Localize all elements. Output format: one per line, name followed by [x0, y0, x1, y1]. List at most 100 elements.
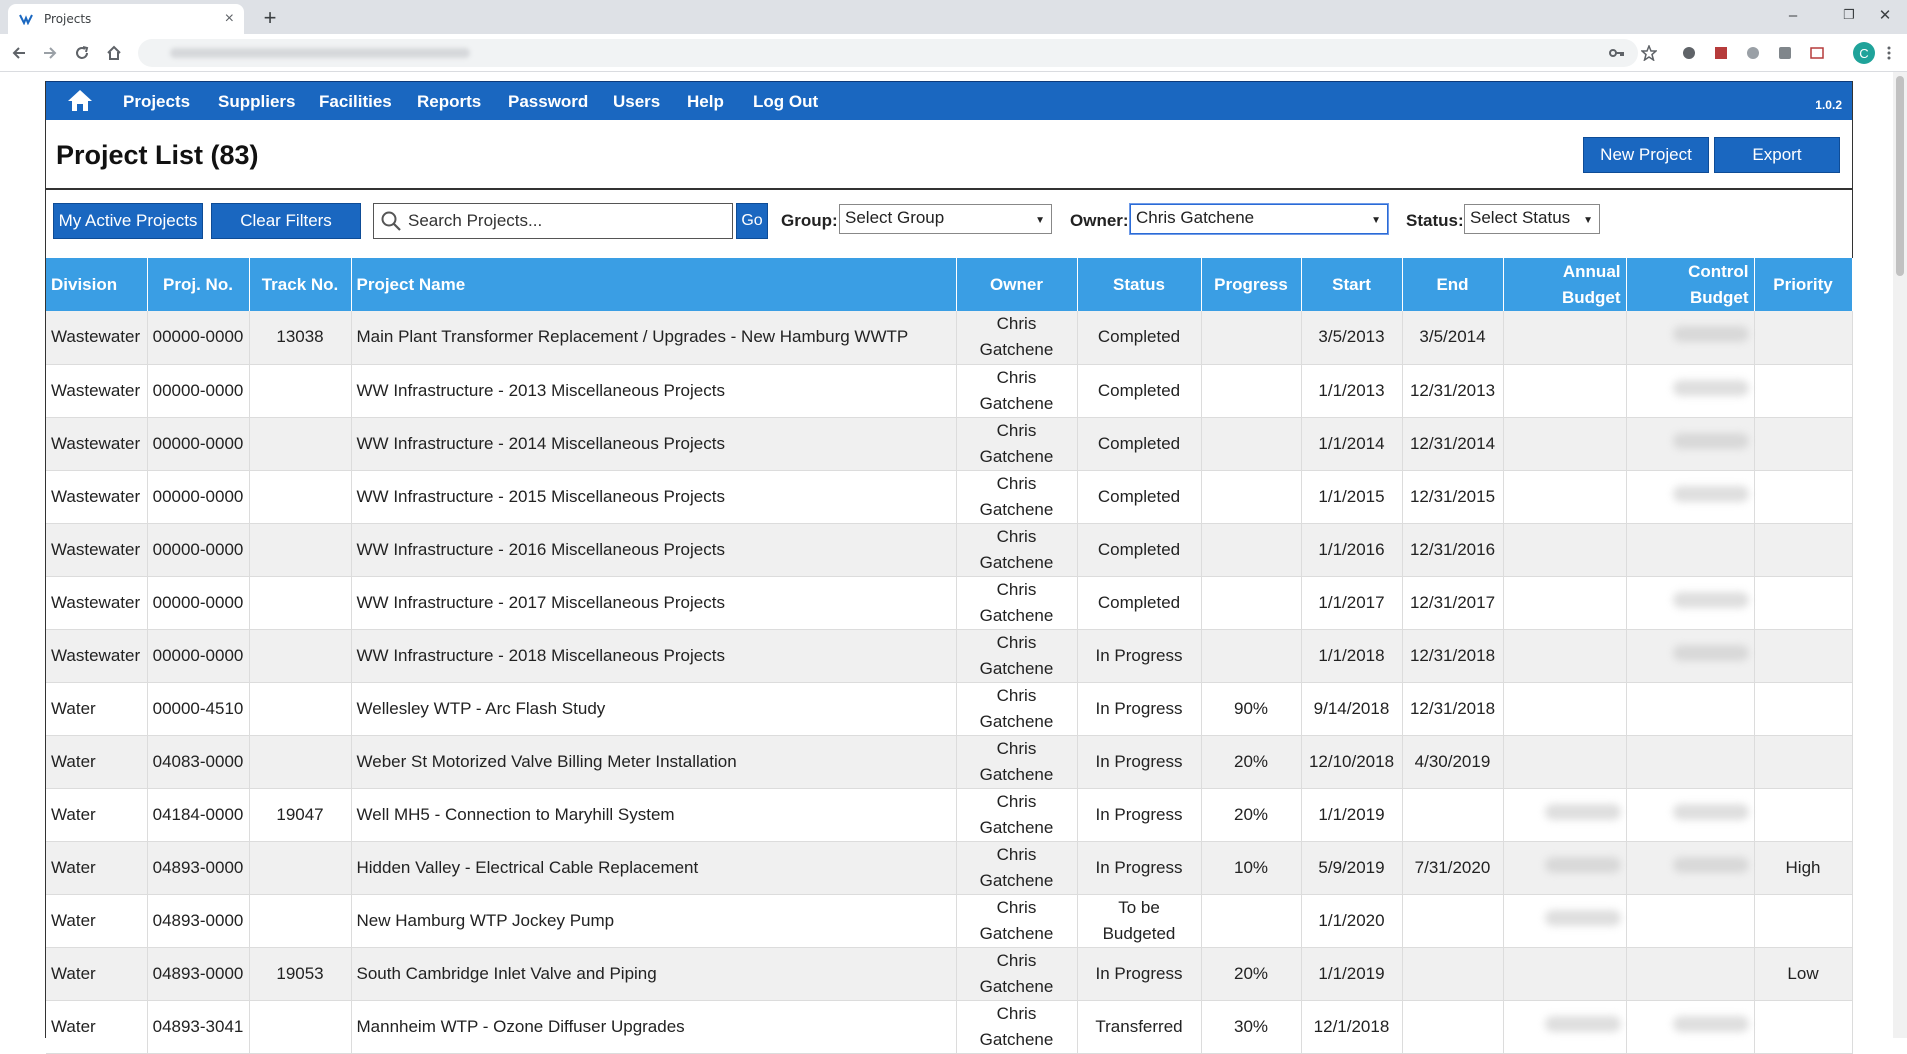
- cell-project-name[interactable]: Well MH5 - Connection to Maryhill System: [351, 788, 957, 842]
- tab-close-icon[interactable]: ×: [225, 10, 234, 28]
- cell-project-name[interactable]: Weber St Motorized Valve Billing Meter I…: [351, 735, 957, 789]
- clear-filters-button[interactable]: Clear Filters: [211, 203, 361, 239]
- home-browser-icon[interactable]: [101, 40, 127, 66]
- table-row[interactable]: Water 00000-4510 Wellesley WTP - Arc Flash…: [46, 682, 1853, 736]
- col-owner[interactable]: Owner: [956, 258, 1078, 311]
- cell-progress: 20%: [1201, 735, 1302, 789]
- owner-last: Gatchene: [979, 552, 1054, 572]
- cell-project-name[interactable]: WW Infrastructure - 2013 Miscellaneous P…: [351, 364, 957, 418]
- search-input[interactable]: [408, 208, 728, 234]
- col-progress[interactable]: Progress: [1201, 258, 1302, 311]
- extension-icon[interactable]: [1744, 44, 1762, 62]
- table-row[interactable]: Wastewater 00000-0000 WW Infrastructure - …: [46, 576, 1853, 630]
- cell-track-no: [249, 682, 352, 736]
- browser-tab-bar: Projects × + – ❐ ✕: [0, 0, 1907, 34]
- col-track-no[interactable]: Track No.: [249, 258, 352, 311]
- nav-reports[interactable]: Reports: [417, 92, 481, 112]
- cell-project-name[interactable]: Wellesley WTP - Arc Flash Study: [351, 682, 957, 736]
- table-row[interactable]: Wastewater 00000-0000 WW Infrastructure - …: [46, 470, 1853, 524]
- nav-suppliers[interactable]: Suppliers: [218, 92, 295, 112]
- dropdown-arrow-icon: ▼: [1583, 215, 1593, 226]
- nav-facilities[interactable]: Facilities: [319, 92, 392, 112]
- go-button[interactable]: Go: [736, 203, 768, 239]
- extension-icon[interactable]: [1776, 44, 1794, 62]
- col-status[interactable]: Status: [1077, 258, 1202, 311]
- cell-start: 1/1/2019: [1301, 788, 1403, 842]
- cell-project-name[interactable]: WW Infrastructure - 2016 Miscellaneous P…: [351, 523, 957, 577]
- bookmark-star-icon[interactable]: [1640, 44, 1658, 62]
- cell-project-name[interactable]: WW Infrastructure - 2014 Miscellaneous P…: [351, 417, 957, 471]
- page-header: Project List (83) New Project Export: [46, 120, 1852, 190]
- group-select[interactable]: Select Group ▼: [839, 204, 1052, 234]
- table-row[interactable]: Wastewater 00000-0000 13038 Main Plant Tran…: [46, 311, 1853, 365]
- export-button[interactable]: Export: [1714, 137, 1840, 173]
- col-priority[interactable]: Priority: [1754, 258, 1853, 311]
- table-row[interactable]: Water 04893-0000 19053 South Cambridge Inle…: [46, 947, 1853, 1001]
- cell-division: Water: [46, 894, 148, 948]
- nav-logout[interactable]: Log Out: [753, 92, 818, 112]
- table-row[interactable]: Water 04184-0000 19047 Well MH5 - Connectio…: [46, 788, 1853, 842]
- owner-last: Gatchene: [979, 764, 1054, 784]
- owner-select[interactable]: Chris Gatchene ▼: [1130, 204, 1388, 234]
- cell-project-name[interactable]: Hidden Valley - Electrical Cable Replace…: [351, 841, 957, 895]
- new-project-button[interactable]: New Project: [1583, 137, 1709, 173]
- cell-project-name[interactable]: Mannheim WTP - Ozone Diffuser Upgrades: [351, 1000, 957, 1054]
- cell-project-name[interactable]: WW Infrastructure - 2015 Miscellaneous P…: [351, 470, 957, 524]
- col-division[interactable]: Division: [46, 258, 148, 311]
- cell-project-name[interactable]: South Cambridge Inlet Valve and Piping: [351, 947, 957, 1001]
- table-row[interactable]: Water 04893-0000 Hidden Valley - Electrica…: [46, 841, 1853, 895]
- table-row[interactable]: Wastewater 00000-0000 WW Infrastructure - …: [46, 364, 1853, 418]
- nav-users[interactable]: Users: [613, 92, 660, 112]
- pdf-extension-icon[interactable]: [1712, 44, 1730, 62]
- cell-start: 1/1/2015: [1301, 470, 1403, 524]
- cell-division: Wastewater: [46, 364, 148, 418]
- col-start[interactable]: Start: [1301, 258, 1403, 311]
- back-icon[interactable]: [6, 40, 32, 66]
- col-end[interactable]: End: [1402, 258, 1504, 311]
- new-tab-icon[interactable]: +: [256, 4, 284, 32]
- table-row[interactable]: Wastewater 00000-0000 WW Infrastructure - …: [46, 523, 1853, 577]
- forward-icon[interactable]: [37, 40, 63, 66]
- extension-icon[interactable]: [1680, 44, 1698, 62]
- browser-tab[interactable]: Projects ×: [8, 4, 244, 34]
- dropdown-arrow-icon: ▼: [1035, 215, 1045, 226]
- table-row[interactable]: Wastewater 00000-0000 WW Infrastructure - …: [46, 417, 1853, 471]
- key-icon[interactable]: [1608, 44, 1626, 62]
- cast-icon[interactable]: [1808, 44, 1826, 62]
- col-annual-budget[interactable]: Annual Budget: [1503, 258, 1627, 311]
- table-row[interactable]: Water 04893-0000 New Hamburg WTP Jockey Pu…: [46, 894, 1853, 948]
- minimize-icon[interactable]: –: [1770, 0, 1816, 30]
- cell-status: In Progress: [1077, 841, 1202, 895]
- cell-start: 1/1/2013: [1301, 364, 1403, 418]
- col-project-name[interactable]: Project Name: [351, 258, 957, 311]
- cell-project-name[interactable]: WW Infrastructure - 2017 Miscellaneous P…: [351, 576, 957, 630]
- owner-last: Gatchene: [979, 711, 1054, 731]
- owner-first: Chris: [996, 1003, 1037, 1023]
- col-proj-no[interactable]: Proj. No.: [147, 258, 250, 311]
- table-row[interactable]: Water 04083-0000 Weber St Motorized Valve …: [46, 735, 1853, 789]
- cell-control-budget: [1626, 788, 1755, 842]
- page-title: Project List (83): [56, 140, 259, 170]
- nav-projects[interactable]: Projects: [123, 92, 190, 112]
- menu-dots-icon[interactable]: [1884, 44, 1894, 62]
- scrollbar-thumb[interactable]: [1896, 76, 1904, 276]
- address-bar[interactable]: [138, 39, 1638, 67]
- cell-progress: 30%: [1201, 1000, 1302, 1054]
- my-active-projects-button[interactable]: My Active Projects: [53, 203, 203, 239]
- page-scrollbar[interactable]: [1893, 72, 1907, 1038]
- nav-help[interactable]: Help: [687, 92, 724, 112]
- status-select[interactable]: Select Status ▼: [1464, 204, 1600, 234]
- table-row[interactable]: Water 04893-3041 Mannheim WTP - Ozone Diff…: [46, 1000, 1853, 1054]
- home-icon[interactable]: [66, 88, 94, 114]
- cell-project-name[interactable]: New Hamburg WTP Jockey Pump: [351, 894, 957, 948]
- nav-password[interactable]: Password: [508, 92, 588, 112]
- window-close-icon[interactable]: ✕: [1862, 0, 1907, 30]
- reload-icon[interactable]: [69, 40, 95, 66]
- cell-owner: Chris Gatchene: [956, 682, 1078, 736]
- cell-status: Completed: [1077, 311, 1202, 365]
- profile-avatar[interactable]: C: [1853, 42, 1875, 64]
- cell-project-name[interactable]: WW Infrastructure - 2018 Miscellaneous P…: [351, 629, 957, 683]
- table-row[interactable]: Wastewater 00000-0000 WW Infrastructure - …: [46, 629, 1853, 683]
- col-control-budget[interactable]: Control Budget: [1626, 258, 1755, 311]
- cell-project-name[interactable]: Main Plant Transformer Replacement / Upg…: [351, 311, 957, 365]
